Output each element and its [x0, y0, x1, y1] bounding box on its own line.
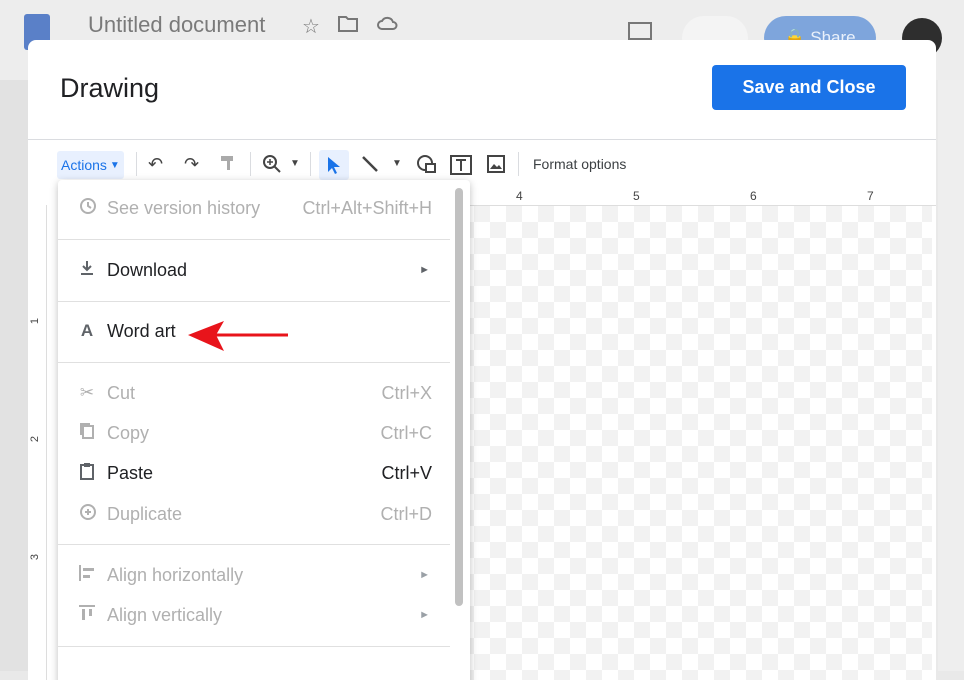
ruler-number: 6	[750, 189, 757, 203]
top-ruler: 4 5 6 7	[458, 187, 936, 206]
ruler-number: 1	[29, 317, 42, 325]
menu-item-shortcut: Ctrl+C	[380, 422, 432, 443]
menu-divider	[58, 362, 450, 363]
menu-item-shortcut: Ctrl+D	[380, 503, 432, 524]
actions-menu-button[interactable]: Actions ▼	[57, 151, 124, 179]
menu-divider	[58, 301, 450, 302]
cloud-saved-icon[interactable]	[376, 14, 398, 37]
drawing-dialog: Drawing Save and Close Actions ▼ ↶ ↷ ▼ ▼	[28, 40, 936, 680]
dialog-title: Drawing	[60, 73, 160, 103]
paint-format-icon[interactable]	[219, 154, 237, 177]
zoom-icon[interactable]	[262, 154, 282, 179]
format-options-button[interactable]: Format options	[533, 156, 626, 172]
word-art-icon: A	[80, 321, 94, 340]
menu-item-align-horizontally: Align horizontally ►	[58, 555, 450, 595]
actions-label: Actions	[61, 157, 107, 173]
select-tool-button[interactable]	[319, 150, 349, 180]
pointer-icon	[328, 157, 340, 174]
align-vertical-icon	[76, 604, 98, 627]
ruler-number: 4	[516, 189, 523, 203]
menu-item-label: Cut	[107, 382, 136, 403]
caret-down-icon: ▼	[109, 159, 120, 171]
document-title[interactable]: Untitled document	[88, 12, 265, 38]
menu-divider	[58, 646, 450, 647]
menu-item-align-vertically: Align vertically ►	[58, 595, 450, 635]
submenu-arrow-icon: ►	[419, 569, 430, 581]
left-ruler: 1 2 3	[28, 205, 47, 680]
menu-item-label: Align vertically	[107, 604, 223, 625]
move-folder-icon[interactable]	[338, 14, 358, 38]
menu-item-label: Align horizontally	[107, 564, 244, 585]
menu-item-shortcut: Ctrl+V	[381, 462, 432, 483]
menu-item-paste[interactable]: Paste Ctrl+V	[58, 453, 450, 493]
scissors-icon: ✂	[79, 383, 95, 402]
menu-item-label: Paste	[107, 462, 154, 483]
history-icon	[76, 197, 98, 220]
menu-item-cut: ✂ Cut Ctrl+X	[58, 373, 450, 413]
ruler-number: 2	[29, 435, 42, 443]
toolbar-divider	[136, 152, 137, 176]
line-tool-icon[interactable]	[360, 154, 380, 179]
menu-item-shortcut: Ctrl+X	[381, 382, 432, 403]
menu-item-duplicate: Duplicate Ctrl+D	[58, 494, 450, 534]
align-horizontal-icon	[76, 564, 98, 587]
duplicate-icon	[76, 503, 98, 526]
submenu-arrow-icon: ►	[419, 609, 430, 621]
text-box-icon[interactable]	[449, 154, 473, 181]
redo-icon[interactable]: ↷	[184, 154, 199, 175]
copy-icon	[76, 422, 98, 445]
save-and-close-button[interactable]: Save and Close	[712, 65, 906, 110]
annotation-arrow-icon	[188, 321, 288, 351]
menu-item-label: Copy	[107, 422, 150, 443]
menu-scrollbar[interactable]	[455, 188, 463, 606]
docs-left-ruler	[0, 80, 28, 671]
menu-item-label: Duplicate	[107, 503, 183, 524]
submenu-arrow-icon: ►	[419, 264, 430, 276]
ruler-number: 5	[633, 189, 640, 203]
menu-item-label: Download	[107, 259, 188, 280]
toolbar-divider	[310, 152, 311, 176]
ruler-number: 3	[29, 553, 42, 561]
menu-divider	[58, 544, 450, 545]
toolbar-divider	[518, 152, 519, 176]
download-icon	[76, 259, 98, 282]
ruler-number: 7	[867, 189, 874, 203]
actions-menu: See version history Ctrl+Alt+Shift+H Dow…	[58, 180, 470, 680]
undo-icon[interactable]: ↶	[148, 154, 163, 175]
line-caret-down-icon[interactable]: ▼	[392, 158, 402, 169]
menu-item-download[interactable]: Download ►	[58, 250, 450, 290]
star-icon[interactable]: ☆	[302, 14, 320, 39]
docs-side-panel	[938, 80, 964, 671]
shape-tool-icon[interactable]	[416, 154, 438, 179]
zoom-caret-down-icon[interactable]: ▼	[290, 158, 300, 169]
menu-item-label: Word art	[107, 320, 176, 341]
menu-item-label: See version history	[107, 197, 261, 218]
drawing-canvas[interactable]	[458, 206, 932, 680]
clipboard-icon	[76, 462, 98, 485]
menu-item-copy: Copy Ctrl+C	[58, 413, 450, 453]
menu-item-see-version-history: See version history Ctrl+Alt+Shift+H	[58, 188, 450, 228]
menu-item-shortcut: Ctrl+Alt+Shift+H	[302, 197, 432, 218]
image-icon[interactable]	[486, 154, 506, 179]
menu-divider	[58, 239, 450, 240]
toolbar-divider	[250, 152, 251, 176]
